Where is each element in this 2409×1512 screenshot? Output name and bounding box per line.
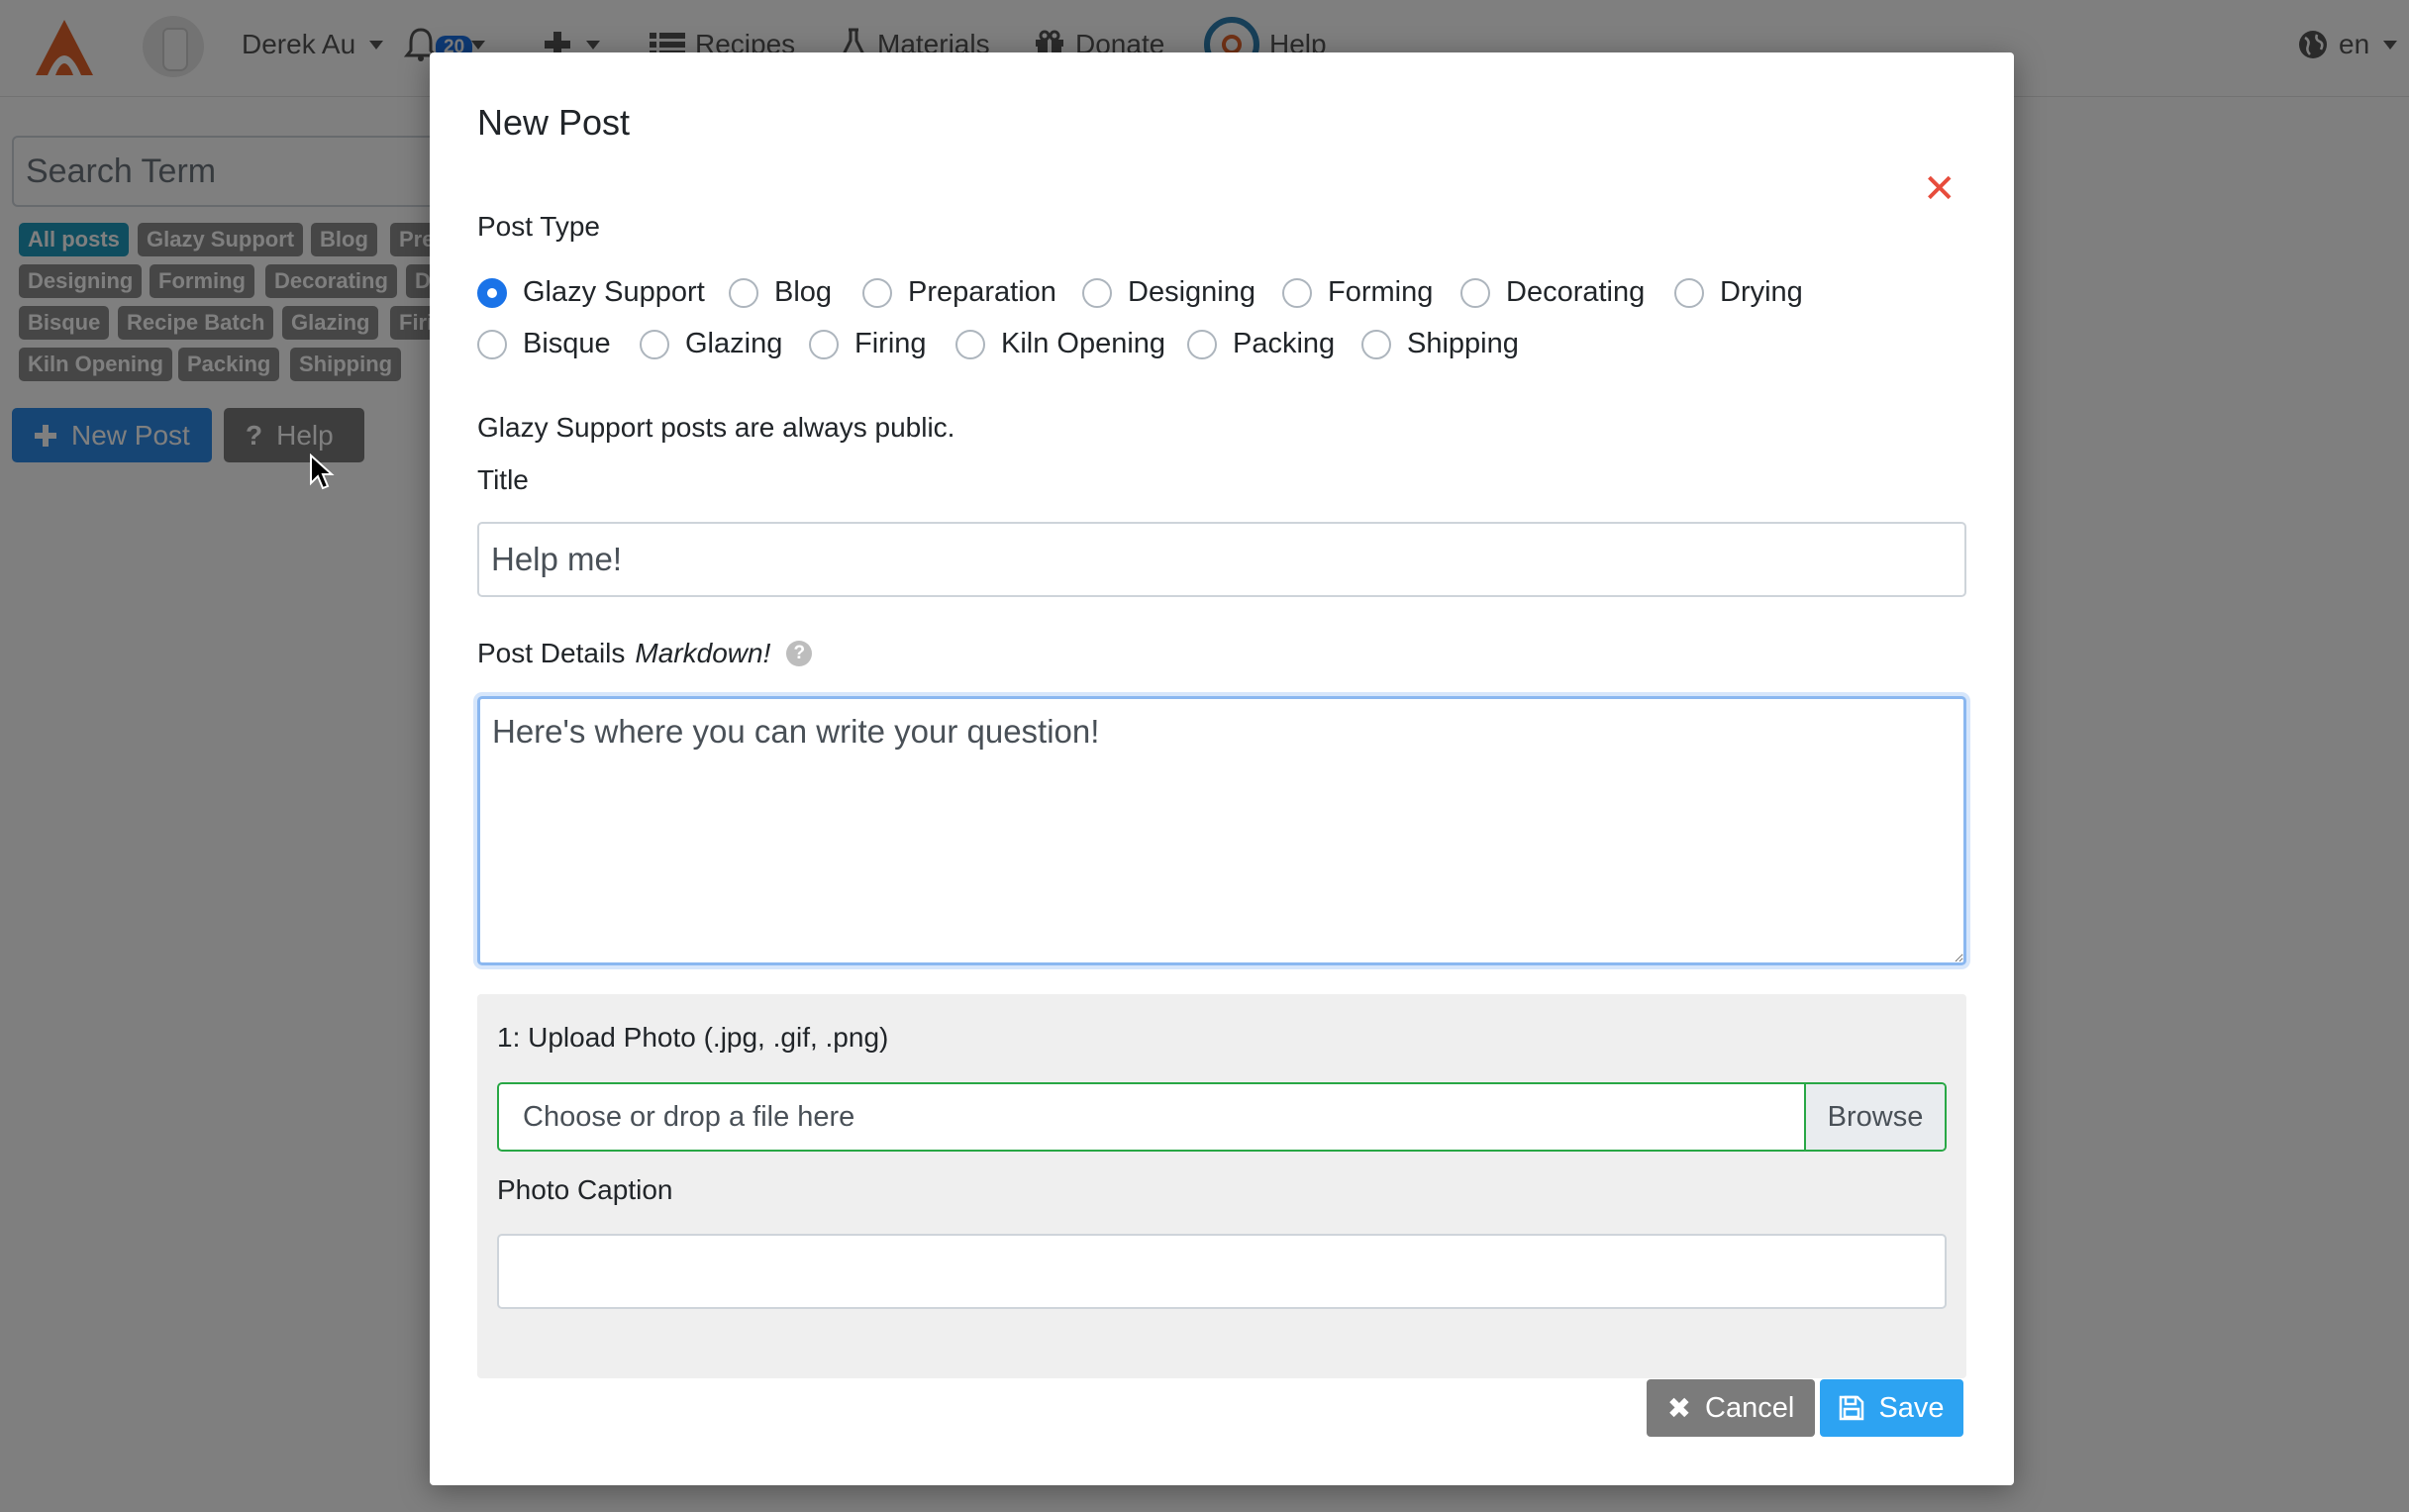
file-input-placeholder: Choose or drop a file here [523,1100,855,1133]
radio-unchecked-icon[interactable] [1674,277,1704,308]
radio-label: Decorating [1506,276,1646,308]
floppy-disk-icon [1840,1395,1864,1421]
photo-upload-panel: 1: Upload Photo (.jpg, .gif, .png) Choos… [477,994,1966,1378]
save-label: Save [1878,1391,1945,1424]
radio-firing[interactable]: Firing [809,328,927,360]
mouse-cursor-icon [310,454,335,490]
photo-caption-input[interactable] [497,1234,1947,1309]
radio-unchecked-icon[interactable] [1187,329,1217,359]
radio-shipping[interactable]: Shipping [1361,328,1519,360]
radio-unchecked-icon[interactable] [955,329,985,359]
close-icon[interactable]: ✕ [1923,169,1957,209]
radio-unchecked-icon[interactable] [1082,277,1112,308]
cancel-label: Cancel [1705,1391,1795,1424]
radio-label: Designing [1128,276,1255,308]
radio-unchecked-icon[interactable] [862,277,892,308]
radio-unchecked-icon[interactable] [477,329,507,359]
radio-unchecked-icon[interactable] [640,329,669,359]
new-post-modal: New Post ✕ Post Type Glazy Support Blog … [430,52,2014,1485]
radio-unchecked-icon[interactable] [1361,329,1391,359]
radio-label: Packing [1233,328,1336,359]
radio-preparation[interactable]: Preparation [862,276,1056,309]
radio-label: Firing [854,328,927,359]
radio-label: Kiln Opening [1001,328,1166,359]
public-note: Glazy Support posts are always public. [477,412,955,443]
markdown-hint: Markdown! [635,638,771,668]
title-label: Title [477,464,529,495]
radio-unchecked-icon[interactable] [729,277,758,308]
file-input[interactable]: Choose or drop a file here Browse [497,1082,1947,1152]
radio-label: Glazing [685,328,783,359]
upload-photo-label: 1: Upload Photo (.jpg, .gif, .png) [497,1022,889,1053]
radio-unchecked-icon[interactable] [1460,277,1490,308]
radio-label: Shipping [1407,328,1519,359]
title-input[interactable] [477,522,1966,597]
radio-label: Glazy Support [523,276,705,308]
cancel-button[interactable]: ✖ Cancel [1647,1379,1815,1437]
post-details-textarea[interactable]: Here's where you can write your question… [477,696,1966,965]
radio-designing[interactable]: Designing [1082,276,1255,309]
save-button[interactable]: Save [1820,1379,1963,1437]
radio-label: Drying [1720,276,1803,308]
post-details-label: Post Details Markdown! ? [477,638,813,669]
radio-forming[interactable]: Forming [1282,276,1433,309]
radio-glazing[interactable]: Glazing [640,328,782,360]
radio-label: Forming [1328,276,1434,308]
modal-title: New Post [477,102,631,143]
radio-kiln-opening[interactable]: Kiln Opening [955,328,1165,360]
radio-label: Blog [774,276,833,308]
radio-packing[interactable]: Packing [1187,328,1335,360]
radio-checked-icon[interactable] [477,277,507,308]
browse-button[interactable]: Browse [1804,1084,1945,1150]
help-circle-icon[interactable]: ? [786,641,813,666]
post-type-label: Post Type [477,211,601,242]
photo-caption-label: Photo Caption [497,1174,673,1205]
radio-decorating[interactable]: Decorating [1460,276,1645,309]
radio-label: Preparation [908,276,1056,308]
radio-blog[interactable]: Blog [729,276,832,309]
radio-unchecked-icon[interactable] [1282,277,1312,308]
radio-bisque[interactable]: Bisque [477,328,611,360]
post-details-text: Post Details [477,638,626,668]
close-icon: ✖ [1666,1392,1692,1425]
radio-glazy-support[interactable]: Glazy Support [477,276,705,309]
radio-label: Bisque [523,328,611,359]
radio-unchecked-icon[interactable] [809,329,839,359]
radio-drying[interactable]: Drying [1674,276,1803,309]
